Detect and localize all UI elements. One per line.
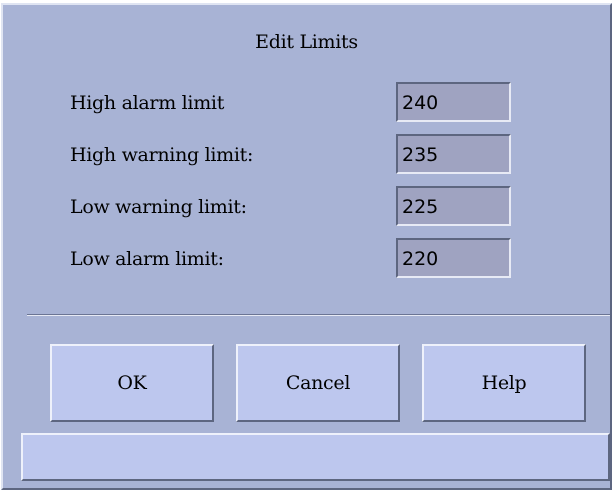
separator [27,314,610,316]
ok-button[interactable]: OK [50,344,214,422]
status-bar [21,433,610,481]
help-button-label: Help [481,372,527,394]
high-alarm-limit-label: High alarm limit [70,92,225,114]
cancel-button-label: Cancel [285,372,351,394]
high-warning-limit-label: High warning limit: [70,144,254,166]
high-alarm-limit-field[interactable]: 240 [396,82,511,122]
low-alarm-limit-field[interactable]: 220 [396,238,511,278]
ok-button-label: OK [117,372,147,394]
high-warning-limit-field[interactable]: 235 [396,134,511,174]
help-button[interactable]: Help [422,344,586,422]
edit-limits-dialog: Edit Limits High alarm limit 240 High wa… [1,3,612,490]
dialog-title: Edit Limits [255,31,358,53]
low-warning-limit-label: Low warning limit: [70,196,247,218]
low-alarm-limit-label: Low alarm limit: [70,248,224,270]
cancel-button[interactable]: Cancel [236,344,400,422]
low-warning-limit-field[interactable]: 225 [396,186,511,226]
